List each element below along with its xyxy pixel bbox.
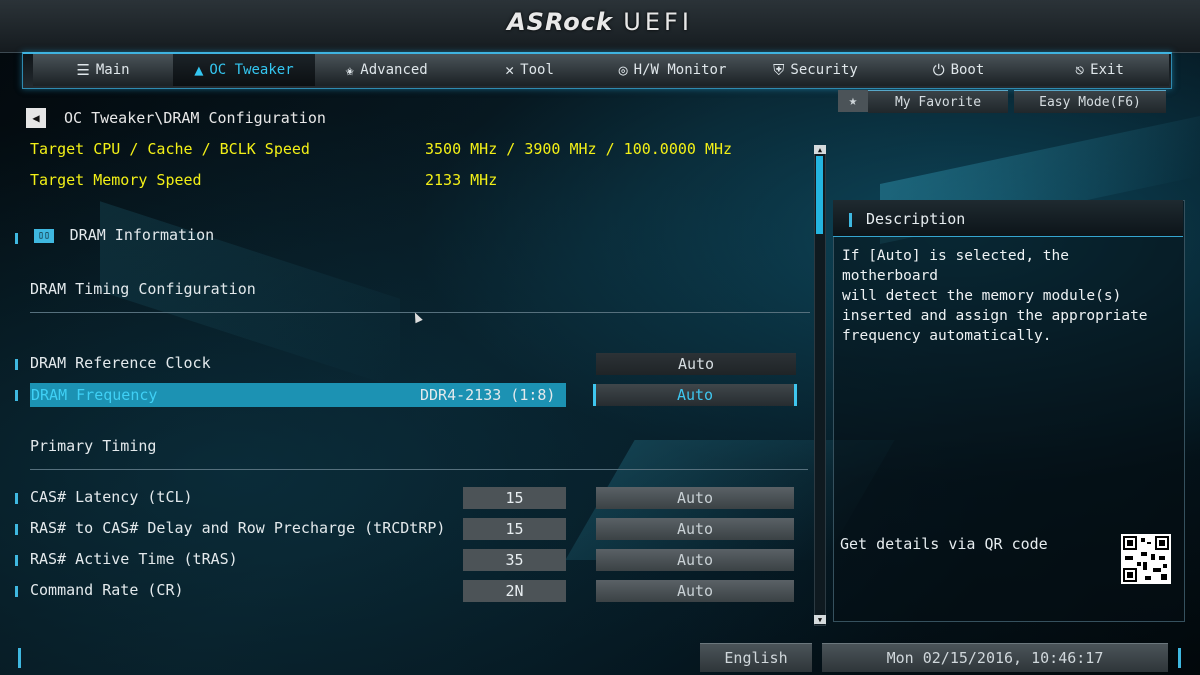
language-button[interactable]: English — [700, 643, 812, 672]
tras-value: 35 — [463, 549, 566, 571]
ref-clock-label: DRAM Reference Clock — [30, 354, 211, 372]
dram-frequency-label: DRAM Frequency — [31, 386, 158, 404]
command-rate-select[interactable]: Auto — [596, 580, 794, 602]
datetime-display: Mon 02/15/2016, 10:46:17 — [822, 643, 1168, 672]
book-icon: ▯▯ — [34, 228, 54, 243]
back-arrow-icon[interactable]: ◀ — [26, 108, 46, 128]
shield-icon: ⛨ — [773, 61, 785, 79]
scrollbar-thumb[interactable] — [816, 156, 823, 234]
trcdtrp-value: 15 — [463, 518, 566, 540]
target-memory-value: 2133 MHz — [425, 171, 498, 189]
row-marker — [15, 390, 18, 401]
power-icon: ⏻ — [932, 61, 945, 79]
tras-select[interactable]: Auto — [596, 549, 794, 571]
target-cpu-label: Target CPU / Cache / BCLK Speed — [30, 140, 310, 158]
row-marker — [15, 524, 18, 535]
tab-oc-tweaker[interactable]: ▲ OC Tweaker — [173, 54, 316, 86]
favorite-star-icon[interactable]: ★ — [838, 90, 868, 112]
qr-code-label: Get details via QR code — [840, 535, 1048, 553]
main-tab-bar: ☰ Main ▲ OC Tweaker ✬ Advanced ✕ Tool ◎ H/W M… — [22, 52, 1172, 89]
star-icon: ✬ — [345, 61, 355, 79]
cas-latency-label: CAS# Latency (tCL) — [30, 488, 193, 506]
ref-clock-select[interactable]: Auto — [596, 353, 796, 375]
qr-code-icon — [1121, 534, 1171, 584]
description-text: If [Auto] is selected, the motherboard w… — [842, 248, 1148, 344]
header-bar: ASRock UEFI — [0, 0, 1200, 53]
scroll-down-icon[interactable]: ▼ — [814, 615, 826, 624]
tools-icon: ✕ — [505, 61, 515, 79]
tras-label: RAS# Active Time (tRAS) — [30, 550, 238, 568]
command-rate-value: 2N — [463, 580, 566, 602]
footer-marker — [18, 648, 21, 668]
row-marker — [15, 493, 18, 504]
row-marker — [15, 586, 18, 597]
row-marker — [15, 359, 18, 370]
brand-logo: ASRock UEFI — [507, 8, 693, 36]
cas-latency-select[interactable]: Auto — [596, 487, 794, 509]
dram-frequency-select[interactable]: Auto — [593, 384, 797, 406]
tab-main[interactable]: ☰ Main — [33, 54, 174, 86]
scroll-up-icon[interactable]: ▲ — [814, 145, 826, 154]
list-icon: ☰ — [76, 61, 90, 79]
cas-latency-value: 15 — [463, 487, 566, 509]
description-marker — [849, 213, 852, 227]
row-marker — [15, 233, 18, 244]
target-cpu-value: 3500 MHz / 3900 MHz / 100.0000 MHz — [425, 140, 733, 158]
section-title-primary-timing: Primary Timing — [30, 437, 157, 455]
divider — [30, 469, 808, 470]
description-title: Description — [866, 210, 966, 228]
footer-marker — [1178, 648, 1181, 668]
rocket-icon: ▲ — [194, 61, 204, 79]
easy-mode-button[interactable]: Easy Mode(F6) — [1014, 90, 1166, 113]
trcdtrp-label: RAS# to CAS# Delay and Row Precharge (tR… — [30, 519, 446, 537]
section-title-timing-config: DRAM Timing Configuration — [30, 280, 256, 298]
breadcrumb: OC Tweaker\DRAM Configuration — [64, 109, 326, 127]
tab-hw-monitor[interactable]: ◎ H/W Monitor — [601, 54, 745, 86]
tab-tool[interactable]: ✕ Tool — [458, 54, 602, 86]
exit-icon: ⎋ — [1075, 61, 1085, 79]
dram-info-item[interactable]: ▯▯ DRAM Information — [34, 225, 214, 244]
trcdtrp-select[interactable]: Auto — [596, 518, 794, 540]
target-memory-label: Target Memory Speed — [30, 171, 202, 189]
dram-frequency-current: DDR4-2133 (1:8) — [420, 386, 556, 404]
row-marker — [15, 555, 18, 566]
divider — [30, 312, 810, 313]
tab-boot[interactable]: ⏻ Boot — [887, 54, 1031, 86]
my-favorite-button[interactable]: My Favorite — [868, 90, 1008, 113]
tab-security[interactable]: ⛨ Security — [744, 54, 888, 86]
tab-exit[interactable]: ⎋ Exit — [1030, 54, 1169, 86]
tab-advanced[interactable]: ✬ Advanced — [315, 54, 459, 86]
command-rate-label: Command Rate (CR) — [30, 581, 184, 599]
monitor-icon: ◎ — [618, 61, 628, 79]
